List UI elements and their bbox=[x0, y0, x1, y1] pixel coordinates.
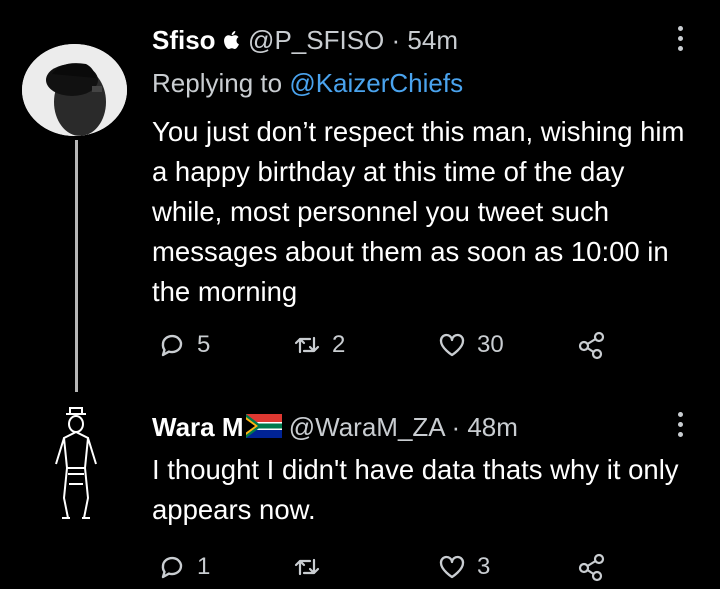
reply-icon bbox=[161, 334, 183, 357]
replying-prefix: Replying to bbox=[152, 68, 283, 98]
replying-to: Replying to @KaizerChiefs bbox=[152, 68, 463, 99]
separator: · bbox=[391, 25, 401, 55]
handle[interactable]: @P_SFISO bbox=[248, 25, 384, 55]
tweet[interactable]: Sfiso @P_SFISO · 54m Replying to @Kaizer… bbox=[0, 0, 720, 392]
more-options-icon[interactable] bbox=[678, 412, 686, 437]
tweet-text: You just don’t respect this man, wishing… bbox=[152, 116, 685, 307]
display-name[interactable]: Sfiso bbox=[152, 25, 216, 55]
reply-button[interactable]: 5 bbox=[157, 330, 210, 360]
reply-count: 1 bbox=[197, 553, 211, 580]
action-bar: 5 2 30 bbox=[152, 330, 622, 364]
reply-icon bbox=[161, 556, 183, 579]
apple-icon bbox=[223, 25, 248, 55]
tweet[interactable]: Wara M @WaraM_ZA · 48m I thought I didn'… bbox=[0, 382, 720, 589]
like-button[interactable]: 30 bbox=[437, 330, 504, 360]
like-button[interactable]: 3 bbox=[437, 552, 490, 582]
share-icon bbox=[578, 331, 605, 360]
retweet-button[interactable]: 2 bbox=[292, 330, 345, 360]
like-count: 30 bbox=[477, 331, 504, 358]
retweet-button[interactable] bbox=[292, 552, 332, 582]
display-name[interactable]: Wara M bbox=[152, 412, 244, 442]
reply-count: 5 bbox=[197, 331, 211, 358]
retweet-icon bbox=[294, 558, 320, 576]
like-count: 3 bbox=[477, 553, 491, 580]
retweet-icon bbox=[294, 336, 320, 354]
heart-icon bbox=[439, 555, 465, 579]
south-africa-flag-icon bbox=[245, 413, 282, 445]
tweet-header: Wara M @WaraM_ZA · 48m bbox=[152, 412, 518, 445]
heart-icon bbox=[439, 333, 465, 357]
more-options-icon[interactable] bbox=[678, 26, 686, 51]
share-button[interactable] bbox=[577, 330, 607, 360]
retweet-count: 2 bbox=[332, 331, 346, 358]
timestamp[interactable]: 48m bbox=[467, 412, 518, 442]
mention-link[interactable]: @KaizerChiefs bbox=[289, 68, 463, 98]
thread-line bbox=[75, 140, 78, 392]
separator: · bbox=[451, 412, 461, 442]
share-button[interactable] bbox=[577, 552, 607, 582]
avatar[interactable] bbox=[48, 404, 104, 524]
tweet-header: Sfiso @P_SFISO · 54m bbox=[152, 25, 458, 56]
action-bar: 1 3 bbox=[152, 552, 622, 586]
tweet-text: I thought I didn't have data thats why i… bbox=[152, 454, 679, 525]
timestamp[interactable]: 54m bbox=[407, 25, 458, 55]
avatar[interactable] bbox=[22, 44, 127, 136]
handle[interactable]: @WaraM_ZA bbox=[289, 412, 444, 442]
reply-button[interactable]: 1 bbox=[157, 552, 210, 582]
share-icon bbox=[578, 553, 605, 582]
